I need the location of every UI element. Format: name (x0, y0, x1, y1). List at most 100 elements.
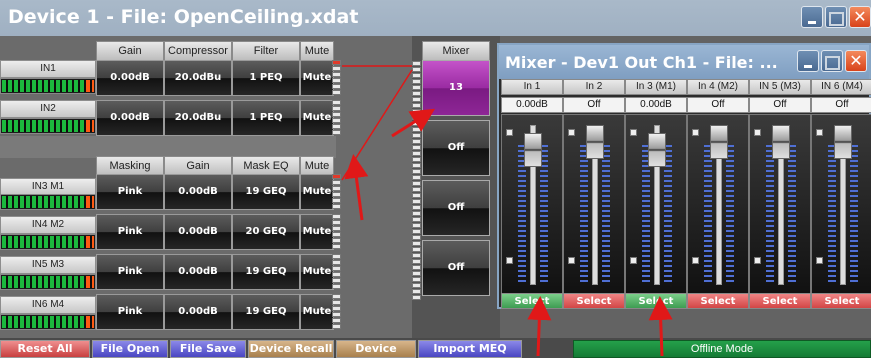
window-title: Device 1 - File: OpenCeiling.xdat (8, 6, 359, 28)
strip-gain-value[interactable]: Off (749, 97, 811, 113)
fader-toggle-top[interactable] (692, 129, 699, 136)
filter-button-in1[interactable]: 1 PEQ (232, 60, 300, 96)
mask-eq-button-in3[interactable]: 19 GEQ (232, 174, 300, 210)
mixer-button-out1[interactable]: 13 (422, 60, 490, 116)
select-button[interactable]: Select (501, 293, 563, 309)
mute-button-in3[interactable]: Mute (300, 174, 334, 210)
mixer-strip: IN 6 (M4) Off Select (811, 79, 871, 309)
mask-gain-header: Gain (164, 156, 232, 176)
compressor-button-in1[interactable]: 20.0dBu (164, 60, 232, 96)
input-panel: Gain Compressor Filter Mute IN1 0.00dB 2… (0, 36, 412, 338)
mask-gain-button-in3[interactable]: 0.00dB (164, 174, 232, 210)
mute-port-in3[interactable] (332, 174, 341, 209)
fader-handle[interactable] (772, 125, 790, 159)
mute-button-in1[interactable]: Mute (300, 60, 334, 96)
mixer-strip: IN 5 (M3) Off Select (749, 79, 811, 309)
fader-toggle-top[interactable] (568, 129, 575, 136)
fader-toggle-top[interactable] (754, 129, 761, 136)
minimize-icon[interactable] (801, 6, 823, 28)
file-open-button[interactable]: File Open (92, 340, 168, 358)
reset-all-button[interactable]: Reset All (0, 340, 90, 358)
masking-button-in5[interactable]: Pink (96, 254, 164, 290)
mixer-port-2[interactable] (412, 121, 421, 180)
mute-button-in2[interactable]: Mute (300, 100, 334, 136)
mask-eq-header: Mask EQ (232, 156, 300, 176)
file-save-button[interactable]: File Save (170, 340, 246, 358)
channel-name-in6: IN6 M4 (0, 296, 96, 314)
fader-handle[interactable] (834, 125, 852, 159)
fader-toggle-top[interactable] (816, 129, 823, 136)
strip-gain-value[interactable]: Off (687, 97, 749, 113)
fader-toggle-bottom[interactable] (692, 257, 699, 264)
mask-gain-button-in6[interactable]: 0.00dB (164, 294, 232, 330)
mute-port-in5[interactable] (332, 254, 341, 289)
fader-area (687, 114, 749, 294)
fader-toggle-top[interactable] (630, 129, 637, 136)
select-button[interactable]: Select (749, 293, 811, 309)
close-icon[interactable]: ✕ (845, 50, 867, 72)
fader-area (749, 114, 811, 294)
fader-toggle-bottom[interactable] (754, 257, 761, 264)
strip-gain-value[interactable]: 0.00dB (625, 97, 687, 113)
strip-gain-value[interactable]: Off (563, 97, 625, 113)
mixer-column: Mixer 13 Off Off Off (412, 36, 500, 338)
masking-button-in4[interactable]: Pink (96, 214, 164, 250)
compressor-button-in2[interactable]: 20.0dBu (164, 100, 232, 136)
fader-toggle-bottom[interactable] (816, 257, 823, 264)
mask-gain-button-in4[interactable]: 0.00dB (164, 214, 232, 250)
mixer-port-4[interactable] (412, 241, 421, 300)
gain-header: Gain (96, 41, 164, 61)
close-icon[interactable]: ✕ (849, 6, 871, 28)
mute-port-in2[interactable] (332, 100, 341, 135)
maximize-icon[interactable] (825, 6, 847, 28)
maximize-icon[interactable] (821, 50, 843, 72)
level-meter-in5 (0, 274, 96, 290)
device-store-button[interactable]: Device Store (336, 340, 416, 358)
mute-port-in1[interactable] (332, 60, 341, 95)
select-button[interactable]: Select (687, 293, 749, 309)
mute-button-in4[interactable]: Mute (300, 214, 334, 250)
select-button[interactable]: Select (811, 293, 871, 309)
fader-handle[interactable] (586, 125, 604, 159)
mask-eq-button-in5[interactable]: 19 GEQ (232, 254, 300, 290)
channel-name-in2: IN2 (0, 100, 96, 118)
fader-area (563, 114, 625, 294)
mute-button-in6[interactable]: Mute (300, 294, 334, 330)
select-button[interactable]: Select (625, 293, 687, 309)
mask-gain-button-in5[interactable]: 0.00dB (164, 254, 232, 290)
mixer-port-1[interactable] (412, 61, 421, 120)
strip-name: In 2 (563, 79, 625, 95)
channel-name-in4: IN4 M2 (0, 216, 96, 234)
minimize-icon[interactable] (797, 50, 819, 72)
mixer-button-out3[interactable]: Off (422, 180, 490, 236)
compressor-header: Compressor (164, 41, 232, 61)
mixer-strip: In 2 Off Select (563, 79, 625, 309)
mute-button-in5[interactable]: Mute (300, 254, 334, 290)
fader-handle[interactable] (710, 125, 728, 159)
fader-handle[interactable] (648, 133, 666, 167)
strip-gain-value[interactable]: 0.00dB (501, 97, 563, 113)
fader-toggle-bottom[interactable] (568, 257, 575, 264)
select-button[interactable]: Select (563, 293, 625, 309)
fader-toggle-top[interactable] (506, 129, 513, 136)
mask-eq-button-in4[interactable]: 20 GEQ (232, 214, 300, 250)
mixer-port-3[interactable] (412, 181, 421, 240)
masking-button-in3[interactable]: Pink (96, 174, 164, 210)
fader-handle[interactable] (524, 133, 542, 167)
mute-port-in4[interactable] (332, 214, 341, 249)
mute-port-in6[interactable] (332, 294, 341, 329)
level-meter-in4 (0, 234, 96, 250)
import-meq-button[interactable]: Import MEQ Data (418, 340, 522, 358)
masking-button-in6[interactable]: Pink (96, 294, 164, 330)
gain-button-in1[interactable]: 0.00dB (96, 60, 164, 96)
gain-button-in2[interactable]: 0.00dB (96, 100, 164, 136)
device-recall-button[interactable]: Device Recall (248, 340, 334, 358)
strip-gain-value[interactable]: Off (811, 97, 871, 113)
fader-toggle-bottom[interactable] (506, 257, 513, 264)
mask-eq-button-in6[interactable]: 19 GEQ (232, 294, 300, 330)
fader-toggle-bottom[interactable] (630, 257, 637, 264)
filter-button-in2[interactable]: 1 PEQ (232, 100, 300, 136)
level-meter-in2 (0, 118, 96, 134)
mixer-button-out2[interactable]: Off (422, 120, 490, 176)
mixer-button-out4[interactable]: Off (422, 240, 490, 296)
